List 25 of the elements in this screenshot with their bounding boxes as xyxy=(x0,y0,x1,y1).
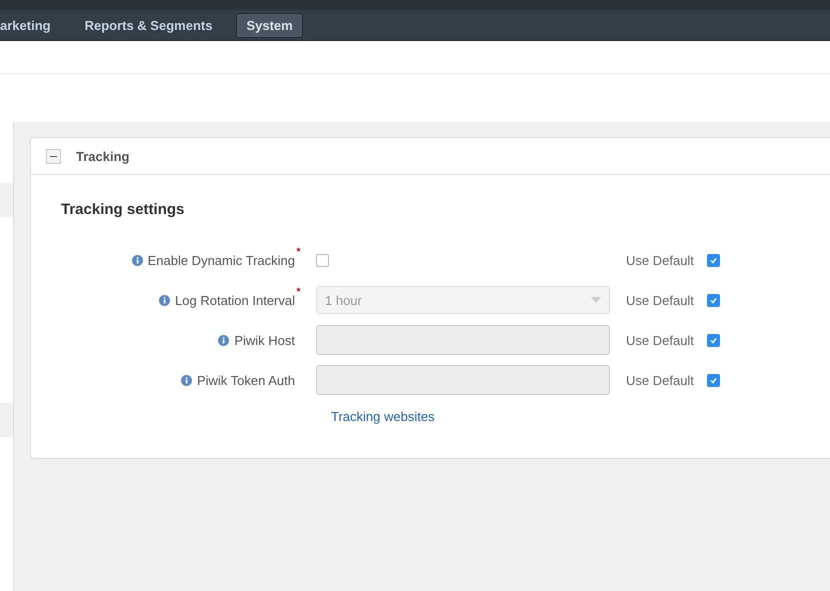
nav-tab[interactable]: arketing xyxy=(0,12,61,38)
nav-tab[interactable]: Reports & Segments xyxy=(74,12,222,38)
required-icon xyxy=(296,286,301,292)
required-icon xyxy=(296,246,301,252)
nav-tab[interactable]: System xyxy=(236,12,303,38)
info-icon[interactable] xyxy=(132,254,143,266)
section-title: Tracking settings xyxy=(61,201,186,218)
use-default-checkbox[interactable] xyxy=(706,254,720,266)
field-label: Enable Dynamic Tracking xyxy=(148,252,295,268)
field-label: Piwik Host xyxy=(234,332,295,348)
dropdown-caret-icon xyxy=(591,297,601,303)
tracking-websites-link[interactable]: Tracking websites xyxy=(331,409,435,424)
use-default-label: Use Default xyxy=(626,372,694,388)
panel-title: Tracking xyxy=(76,148,130,164)
field-label: Piwik Token Auth xyxy=(196,372,295,388)
check-icon xyxy=(708,376,718,384)
check-icon xyxy=(708,336,718,344)
check-icon xyxy=(708,256,718,264)
use-default-label: Use Default xyxy=(626,252,694,268)
use-default-label: Use Default xyxy=(626,332,694,348)
collapse-button[interactable] xyxy=(46,148,61,164)
checkbox[interactable] xyxy=(316,254,329,266)
field-label: Log Rotation Interval xyxy=(175,292,295,308)
use-default-label: Use Default xyxy=(626,292,694,308)
check-icon xyxy=(708,296,718,304)
